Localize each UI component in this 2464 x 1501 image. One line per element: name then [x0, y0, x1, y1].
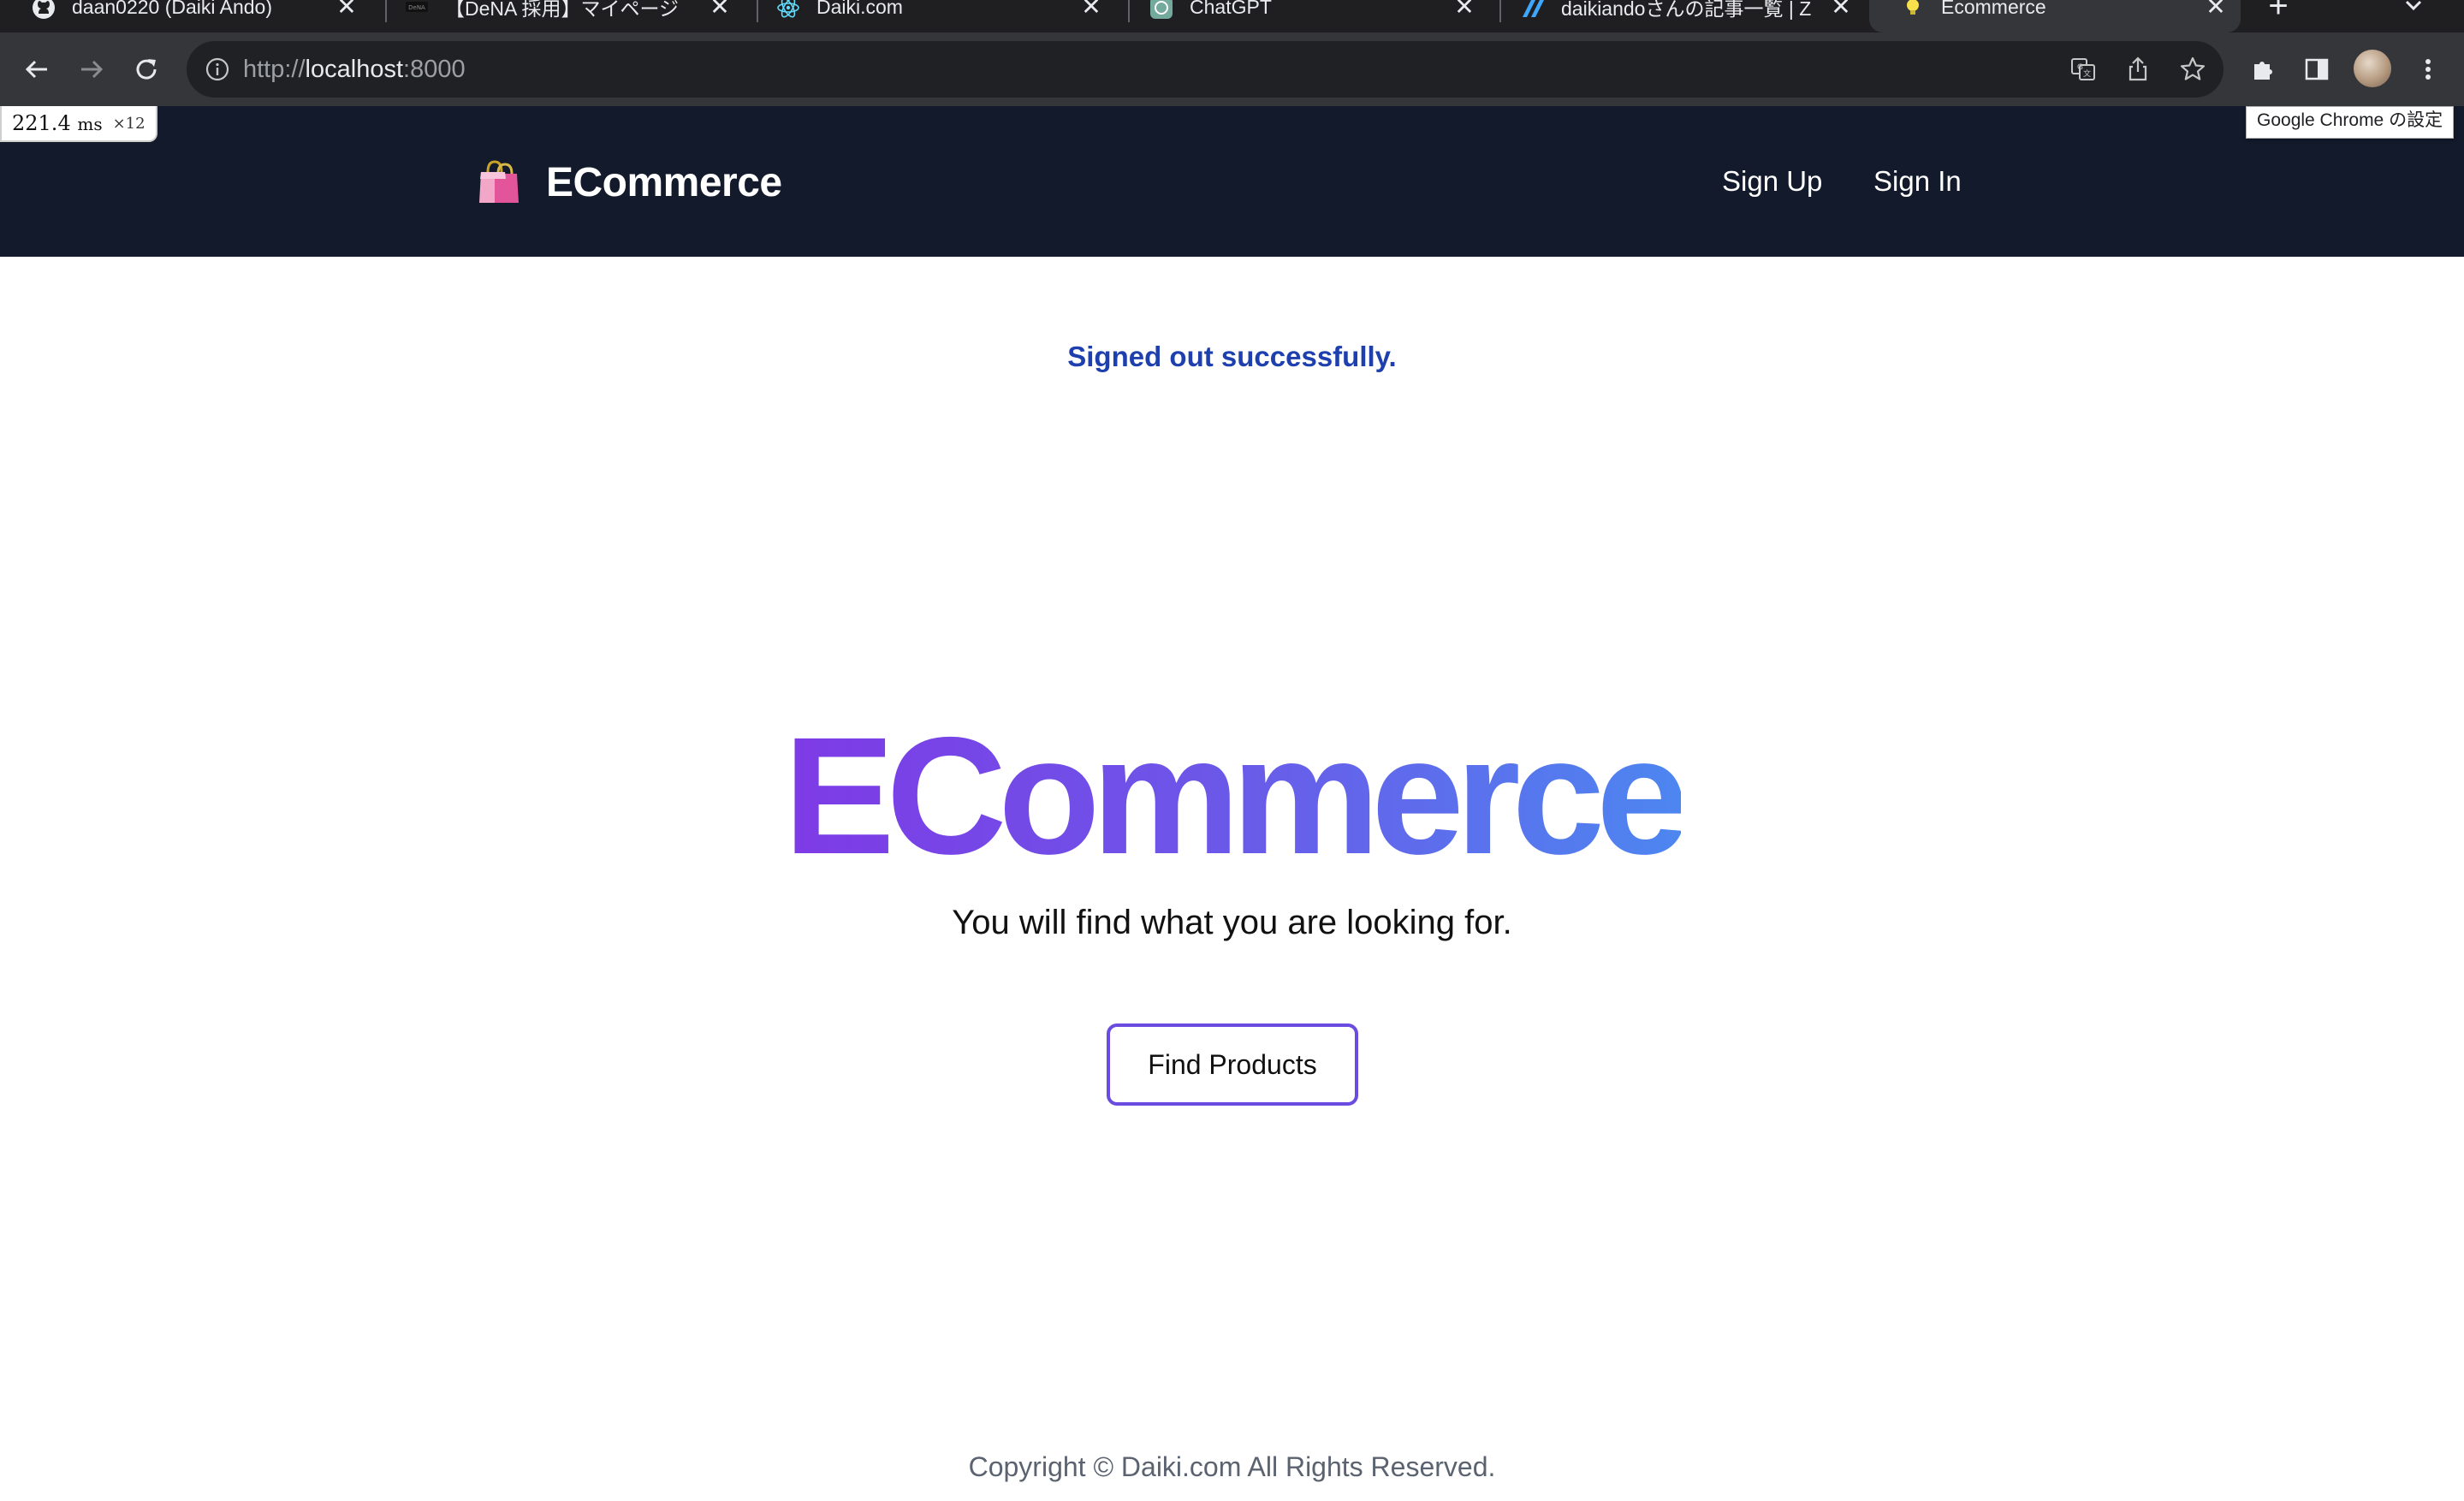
close-icon[interactable]: ✕ [334, 0, 359, 20]
forward-arrow-icon[interactable] [72, 50, 111, 89]
hero-subtitle: You will find what you are looking for. [952, 904, 1512, 941]
tab-github[interactable]: daan0220 (Daiki Ando) ✕ [0, 0, 371, 33]
github-icon [31, 0, 56, 21]
flash-notice: Signed out successfully. [1067, 341, 1397, 372]
close-icon[interactable]: ✕ [1452, 0, 1477, 20]
url-scheme: http:// [243, 56, 306, 83]
side-panel-icon[interactable] [2297, 50, 2336, 89]
tab-dena[interactable]: DeNA 【DeNA 採用】マイページ ✕ [373, 0, 745, 33]
browser-toolbar: http://localhost:8000 G文 [0, 33, 2464, 106]
tab-title: daan0220 (Daiki Ando) [72, 0, 272, 18]
tab-strip: daan0220 (Daiki Ando) ✕ DeNA 【DeNA 採用】マイ… [0, 0, 2464, 33]
brand-name: ECommerce [546, 159, 782, 205]
address-bar[interactable]: http://localhost:8000 G文 [187, 41, 2224, 98]
brand-link[interactable]: ECommerce [476, 156, 782, 209]
svg-text:文: 文 [2083, 68, 2091, 79]
footer-copyright: Copyright © Daiki.com All Rights Reserve… [968, 1451, 1496, 1482]
react-icon [775, 0, 801, 21]
tab-title: ChatGPT [1190, 0, 1272, 18]
chrome-menu-kebab-icon[interactable] [2408, 50, 2448, 89]
url-host: localhost [305, 56, 404, 83]
find-products-button[interactable]: Find Products [1107, 1023, 1358, 1106]
url-port: :8000 [403, 56, 466, 83]
tab-title: 【DeNA 採用】マイページ [445, 0, 680, 20]
shopping-bags-icon [476, 158, 522, 206]
svg-text:G: G [2077, 63, 2083, 72]
close-icon[interactable]: ✕ [707, 0, 733, 20]
chatgpt-icon [1149, 0, 1174, 21]
hero-title-text: ECommerce [783, 703, 1689, 889]
translate-icon[interactable]: G文 [2068, 54, 2099, 85]
back-arrow-icon[interactable] [17, 50, 56, 89]
tab-ecommerce[interactable]: Ecommerce ✕ [1869, 0, 2241, 33]
tab-title: Daiki.com [816, 0, 903, 18]
tab-zenn[interactable]: daikiandoさんの記事一覧 | Z ✕ [1489, 0, 1866, 33]
new-tab-plus-icon[interactable]: + [2259, 0, 2297, 26]
chevron-down-icon[interactable] [2396, 0, 2431, 26]
sign-up-link[interactable]: Sign Up [1722, 163, 1822, 200]
lightbulb-icon [1900, 0, 1926, 21]
close-icon[interactable]: ✕ [2203, 0, 2229, 20]
chrome-settings-tooltip: Google Chrome の設定 [2246, 106, 2455, 139]
reload-icon[interactable] [127, 50, 166, 89]
timing-value: 221.4 [12, 111, 71, 135]
info-icon[interactable] [202, 54, 233, 85]
profile-avatar[interactable] [2354, 50, 2391, 87]
dena-icon: DeNA [404, 0, 430, 21]
zenn-icon [1520, 0, 1546, 21]
timing-count: ×12 [112, 114, 145, 133]
timing-unit: ms [77, 114, 103, 134]
url-text[interactable]: http://localhost:8000 [243, 41, 466, 98]
extensions-puzzle-icon[interactable] [2244, 50, 2283, 89]
tab-title: Ecommerce [1941, 0, 2046, 18]
close-icon[interactable]: ✕ [1078, 0, 1104, 20]
share-icon[interactable] [2123, 54, 2153, 85]
hero-title: ECommerce [0, 710, 2464, 881]
tab-daiki[interactable]: Daiki.com ✕ [745, 0, 1116, 33]
render-timing-badge: 221.4 ms ×12 [0, 106, 157, 142]
site-header: ECommerce Sign Up Sign In [0, 106, 2464, 257]
close-icon[interactable]: ✕ [1828, 0, 1854, 20]
bookmark-star-icon[interactable] [2177, 54, 2208, 85]
tab-chatgpt[interactable]: ChatGPT ✕ [1118, 0, 1489, 33]
svg-text:DeNA: DeNA [408, 4, 425, 11]
tab-title: daikiandoさんの記事一覧 | Z [1561, 0, 1812, 20]
sign-in-link[interactable]: Sign In [1873, 163, 1962, 200]
